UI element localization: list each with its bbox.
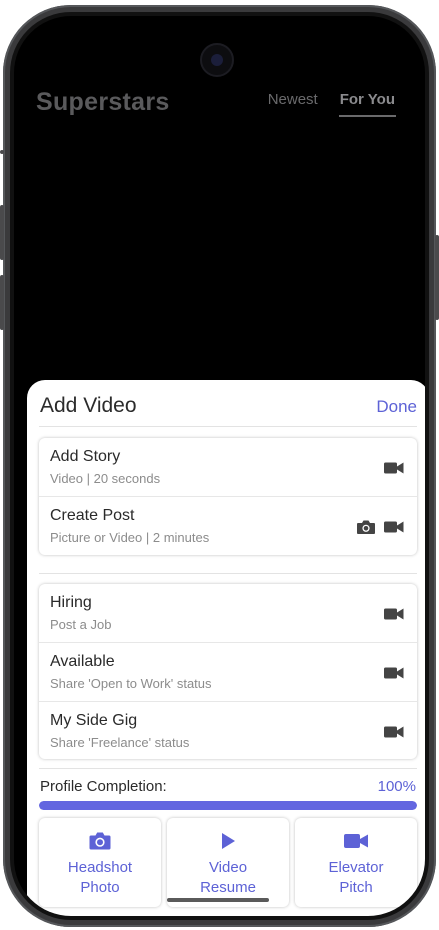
video-camera-icon: [383, 665, 405, 681]
sheet-title: Add Video: [40, 394, 137, 417]
post-options-card: Add Story Video | 20 seconds Create Post…: [39, 438, 417, 555]
sheet-header: Add Video Done: [39, 394, 417, 427]
video-camera-icon: [383, 519, 405, 535]
create-post-row[interactable]: Create Post Picture or Video | 2 minutes: [39, 497, 417, 555]
row-title: Hiring: [50, 594, 92, 611]
profile-completion-bar: [39, 801, 417, 810]
add-video-sheet: Add Video Done Add Story Video | 20 seco…: [27, 380, 425, 916]
row-title: My Side Gig: [50, 712, 138, 729]
play-icon: [219, 829, 237, 853]
phone-frame: Superstars Newest For You Add Video Done…: [3, 5, 436, 927]
camera-icon: [355, 519, 377, 535]
headshot-photo-button[interactable]: Headshot Photo: [39, 818, 161, 907]
feed-tabs: Newest For You: [268, 91, 397, 117]
video-camera-icon: [343, 829, 369, 853]
row-subtitle: Share 'Open to Work' status: [50, 676, 212, 691]
done-button[interactable]: Done: [376, 397, 417, 417]
power-button: [435, 235, 439, 320]
hiring-row[interactable]: Hiring Post a Job: [39, 584, 417, 643]
phone-screen: Superstars Newest For You Add Video Done…: [14, 16, 425, 916]
row-subtitle: Video | 20 seconds: [50, 471, 161, 486]
row-title: Create Post: [50, 507, 135, 524]
status-options-card: Hiring Post a Job Available Share 'Open …: [39, 584, 417, 759]
row-subtitle: Post a Job: [50, 617, 112, 632]
action-label: Video Resume: [200, 859, 256, 896]
phone-side-button: [0, 150, 4, 154]
section-divider: [39, 768, 417, 769]
tab-for-you[interactable]: For You: [338, 91, 397, 117]
add-story-row[interactable]: Add Story Video | 20 seconds: [39, 438, 417, 497]
phone-bezel: Superstars Newest For You Add Video Done…: [10, 12, 429, 920]
camera-icon: [88, 829, 112, 853]
row-subtitle: Picture or Video | 2 minutes: [50, 530, 210, 545]
tab-newest[interactable]: Newest: [268, 91, 318, 108]
video-camera-icon: [383, 724, 405, 740]
row-subtitle: Share 'Freelance' status: [50, 735, 190, 750]
profile-completion-label: Profile Completion:: [40, 778, 167, 795]
volume-down-button: [0, 275, 4, 330]
home-indicator[interactable]: [167, 898, 269, 902]
row-title: Add Story: [50, 448, 121, 465]
profile-completion-value: 100%: [377, 778, 416, 795]
front-camera: [200, 43, 234, 77]
video-resume-button[interactable]: Video Resume: [167, 818, 289, 907]
profile-completion-fill: [39, 801, 417, 810]
action-label: Headshot Photo: [67, 859, 133, 896]
side-gig-row[interactable]: My Side Gig Share 'Freelance' status: [39, 702, 417, 760]
available-row[interactable]: Available Share 'Open to Work' status: [39, 643, 417, 702]
volume-up-button: [0, 205, 4, 260]
elevator-pitch-button[interactable]: Elevator Pitch: [295, 818, 417, 907]
video-camera-icon: [383, 606, 405, 622]
row-title: Available: [50, 653, 115, 670]
section-divider: [39, 573, 417, 574]
app-title: Superstars: [36, 88, 170, 116]
quick-actions: Headshot Photo Video Resume Elevator Pit…: [39, 818, 417, 907]
video-camera-icon: [383, 460, 405, 476]
action-label: Elevator Pitch: [328, 859, 384, 896]
